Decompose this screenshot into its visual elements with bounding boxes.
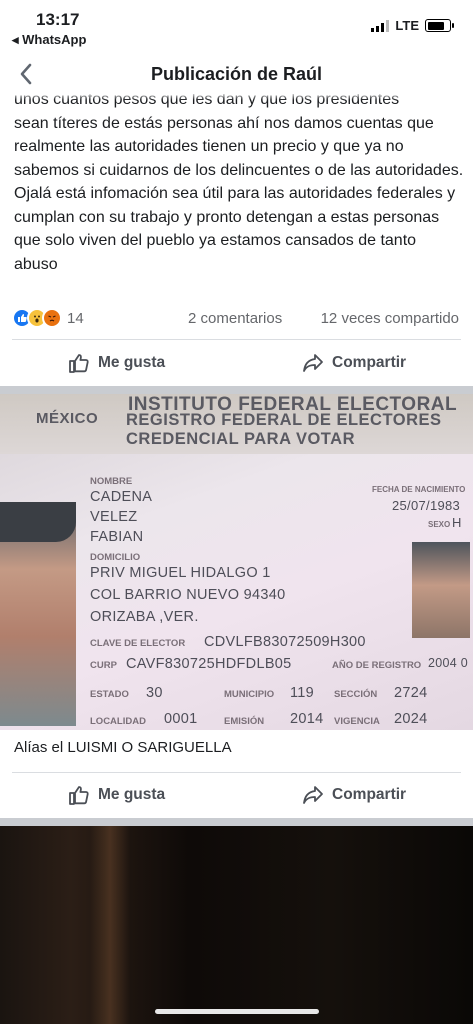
home-indicator[interactable] [155, 1009, 319, 1014]
issue-value: 2014 [290, 711, 324, 727]
post-stats: 14 2 comentarios 12 veces compartido [0, 304, 473, 334]
reactions-summary[interactable]: 14 [12, 308, 84, 328]
like-button[interactable]: Me gusta [68, 352, 165, 374]
locality-label: LOCALIDAD [90, 716, 146, 727]
thumbs-up-icon [69, 786, 89, 805]
section-value: 2724 [394, 685, 428, 701]
address-line-2: COL BARRIO NUEVO 94340 [90, 587, 286, 603]
like-label: Me gusta [98, 354, 166, 371]
photo-light-streak [90, 826, 130, 1024]
post-body: unos cuantos pesos que les dan y que los… [14, 94, 464, 296]
comments-count-link[interactable]: 2 comentarios [188, 310, 282, 327]
address-label: DOMICILIO [90, 552, 141, 563]
name-label: NOMBRE [90, 476, 133, 487]
municipality-value: 119 [290, 685, 315, 701]
share-label: Compartir [332, 354, 407, 371]
battery-icon [425, 19, 454, 32]
locality-value: 0001 [164, 711, 198, 727]
post-photo-idcard[interactable]: INSTITUTO FEDERAL ELECTORAL MÉXICO REGIS… [0, 394, 473, 730]
angry-reaction-icon [42, 308, 62, 328]
name-line-3: FABIAN [90, 529, 144, 545]
sex-label: SEXO [428, 520, 451, 529]
post-photo-dark[interactable] [0, 826, 473, 1024]
share-arrow-icon [303, 354, 323, 372]
page-title: Publicación de Raúl [150, 64, 323, 84]
elector-key-label: CLAVE DE ELECTOR [90, 638, 186, 649]
status-indicators: LTE [371, 18, 454, 33]
validity-label: VIGENCIA [334, 716, 380, 727]
section-separator [0, 818, 473, 826]
card-ghost-photo [412, 542, 470, 638]
name-line-2: VELEZ [90, 509, 138, 525]
divider [12, 772, 461, 773]
thumbs-up-icon [69, 354, 89, 373]
network-type: LTE [395, 18, 419, 33]
voter-id-card: INSTITUTO FEDERAL ELECTORAL MÉXICO REGIS… [0, 394, 473, 730]
shares-count-link[interactable]: 12 veces compartido [321, 310, 459, 327]
state-label: ESTADO [90, 689, 129, 700]
sex-value: H [452, 515, 462, 530]
status-time: 13:17 [36, 10, 80, 29]
state-value: 30 [146, 685, 163, 701]
share-button[interactable]: Compartir [302, 784, 406, 806]
post-paragraph-2: Ojalá está infomación sea útil para las … [14, 185, 456, 273]
reaction-count: 14 [67, 309, 84, 327]
municipality-label: MUNICIPIO [224, 689, 275, 700]
address-line-3: ORIZABA ,VER. [90, 609, 199, 625]
photo-actions: Me gusta Compartir [0, 776, 473, 820]
section-label: SECCIÓN [334, 689, 378, 700]
signal-icon [371, 19, 390, 32]
post-paragraph-1: sean títeres de estás personas ahí nos d… [14, 114, 464, 179]
elector-key: CDVLFB83072509H300 [204, 634, 366, 650]
registration-year: 2004 0 [428, 656, 469, 670]
divider [12, 339, 461, 340]
status-bar: 13:17 ◂ WhatsApp LTE [0, 0, 473, 52]
address-line-1: PRIV MIGUEL HIDALGO 1 [90, 565, 271, 581]
scroll-fade [0, 92, 473, 100]
post-actions: Me gusta Compartir [0, 344, 473, 388]
section-separator [0, 386, 473, 394]
share-button[interactable]: Compartir [302, 352, 406, 374]
like-label: Me gusta [98, 786, 166, 803]
photo-caption: Alías el LUISMI O SARIGUELLA [14, 739, 232, 756]
curp-label: CURP [90, 660, 117, 671]
validity-value: 2024 [394, 711, 428, 727]
registration-year-label: AÑO DE REGISTRO [332, 660, 422, 671]
curp-value: CAVF830725HDFDLB05 [126, 656, 292, 672]
card-credential-line: CREDENCIAL PARA VOTAR [126, 430, 355, 448]
card-photo-hair [0, 502, 76, 542]
issue-label: EMISIÓN [224, 716, 265, 727]
like-button[interactable]: Me gusta [68, 784, 165, 806]
card-country: MÉXICO [36, 410, 99, 427]
birthdate-label: FECHA DE NACIMIENTO [372, 485, 466, 494]
share-arrow-icon [303, 786, 323, 804]
share-label: Compartir [332, 786, 407, 803]
birthdate-value: 25/07/1983 [392, 498, 461, 513]
back-to-whatsapp-link[interactable]: ◂ WhatsApp [12, 32, 86, 48]
name-line-1: CADENA [90, 489, 153, 505]
card-registry-line: REGISTRO FEDERAL DE ELECTORES [126, 411, 442, 429]
